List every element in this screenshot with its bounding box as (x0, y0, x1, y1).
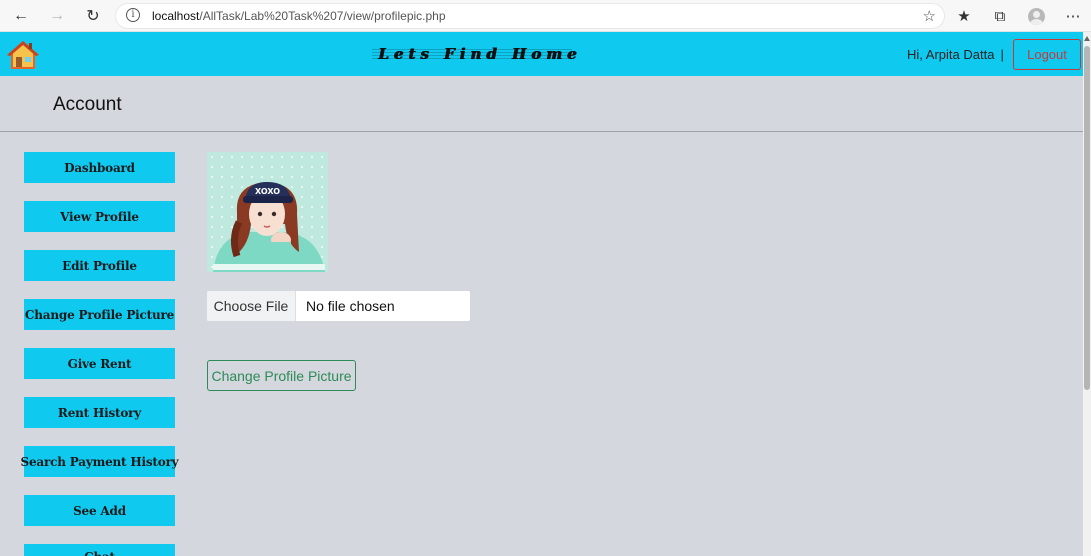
forward-arrow-icon[interactable]: → (44, 4, 70, 28)
back-arrow-icon[interactable]: ← (8, 4, 34, 28)
sidebar-item-search-payment-history[interactable]: Search Payment History (21, 446, 179, 477)
add-favorite-icon[interactable]: ☆ (923, 7, 936, 25)
address-bar[interactable]: i localhost/AllTask/Lab%20Task%207/view/… (115, 3, 945, 29)
collections-icon[interactable]: ⧉ (988, 4, 1012, 28)
scrollbar-thumb[interactable] (1084, 46, 1090, 390)
sidebar-item-change-profile-picture[interactable]: Change Profile Picture (24, 299, 175, 330)
home-icon[interactable] (6, 40, 40, 70)
change-profile-picture-button[interactable]: Change Profile Picture (207, 360, 356, 391)
site-title: Lets Find Home (378, 45, 582, 63)
sidebar-item-chat[interactable]: Chat (24, 544, 175, 556)
site-header: Lets Find Home Hi, Arpita Datta | Logout (0, 32, 1083, 76)
more-menu-icon[interactable]: ⋯ (1061, 4, 1085, 28)
svg-text:XOXO: XOXO (255, 187, 280, 196)
profile-avatar-icon[interactable] (1024, 4, 1048, 28)
file-status-text: No file chosen (306, 298, 395, 314)
choose-file-button[interactable]: Choose File (207, 291, 296, 321)
favorites-icon[interactable]: ★ (952, 4, 976, 28)
user-greeting: Hi, Arpita Datta | (907, 47, 1004, 62)
site-info-icon[interactable]: i (126, 8, 140, 22)
profile-picture-file-input[interactable]: Choose File No file chosen (207, 291, 470, 321)
divider (0, 131, 1083, 132)
address-url[interactable]: localhost/AllTask/Lab%20Task%207/view/pr… (152, 9, 446, 23)
scroll-up-icon[interactable] (1084, 36, 1090, 41)
sidebar-item-edit-profile[interactable]: Edit Profile (24, 250, 175, 281)
browser-toolbar: ← → ↻ i localhost/AllTask/Lab%20Task%207… (0, 0, 1091, 32)
sidebar-item-give-rent[interactable]: Give Rent (24, 348, 175, 379)
sidebar-item-dashboard[interactable]: Dashboard (24, 152, 175, 183)
sidebar-item-rent-history[interactable]: Rent History (24, 397, 175, 428)
sidebar-item-see-add[interactable]: See Add (24, 495, 175, 526)
page-title: Account (53, 94, 122, 115)
reload-icon[interactable]: ↻ (80, 4, 106, 28)
profile-picture: XOXO (207, 152, 328, 272)
logout-button[interactable]: Logout (1013, 39, 1081, 70)
sidebar-item-view-profile[interactable]: View Profile (24, 201, 175, 232)
